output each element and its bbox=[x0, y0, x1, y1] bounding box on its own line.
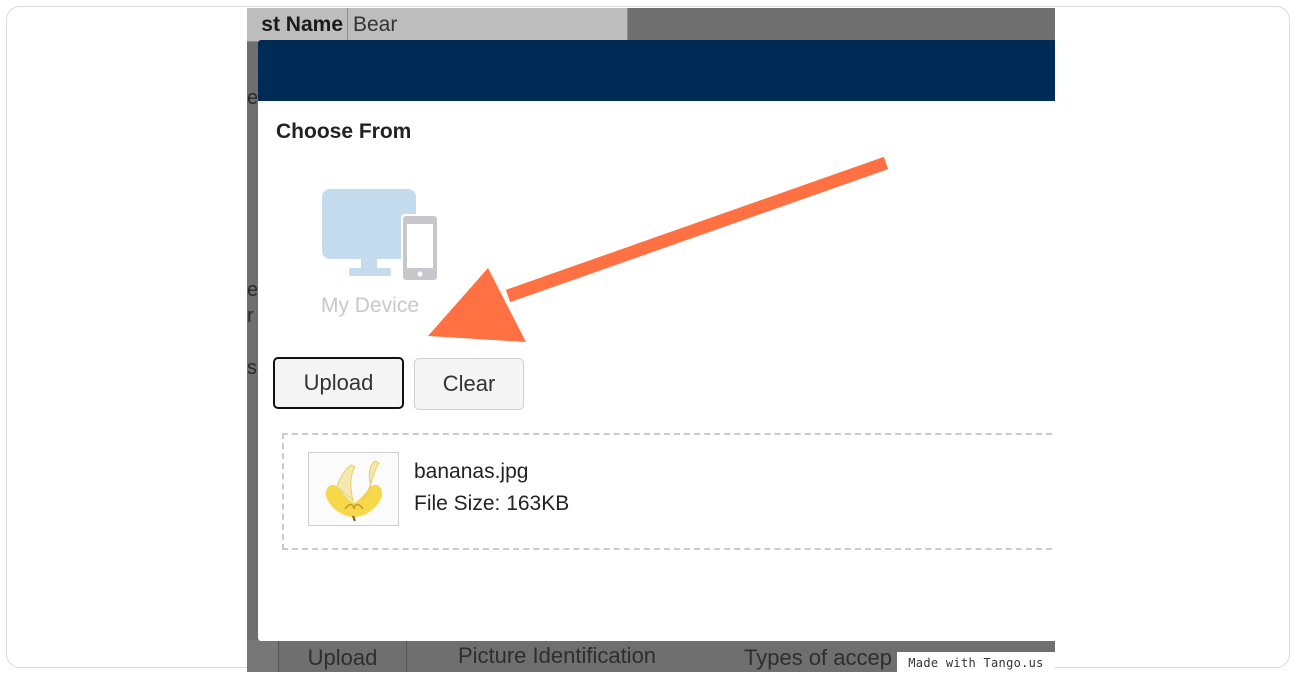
monitor-and-phone-icon bbox=[322, 189, 439, 282]
tango-watermark: Made with Tango.us bbox=[897, 652, 1055, 673]
selected-file-area: bananas.jpg File Size: 163KB bbox=[282, 433, 1055, 550]
background-edge-text: r bbox=[247, 306, 254, 326]
upload-dialog: Choose From My Device Upload Clear banan… bbox=[258, 40, 1055, 641]
banana-image-icon bbox=[325, 460, 383, 522]
choose-from-heading: Choose From bbox=[276, 120, 412, 143]
background-edge-text: s bbox=[247, 358, 257, 378]
background-name-row: st Name Bear bbox=[247, 8, 628, 42]
upload-button[interactable]: Upload bbox=[273, 357, 404, 409]
background-upload-label: Upload bbox=[279, 640, 407, 672]
file-size: File Size: 163KB bbox=[414, 492, 570, 515]
background-name-label: st Name bbox=[247, 8, 348, 42]
dialog-header bbox=[258, 40, 1055, 101]
background-name-value: Bear bbox=[351, 8, 628, 42]
background-cell bbox=[247, 640, 279, 672]
file-thumbnail bbox=[308, 452, 399, 526]
background-edge-text: e bbox=[247, 88, 257, 108]
screenshot-frame: st Name Bear e e r s Upload Picture Iden… bbox=[247, 8, 1055, 672]
my-device-label: My Device bbox=[320, 294, 420, 317]
background-picture-identification: Picture Identification bbox=[457, 643, 657, 668]
background-edge-text: e bbox=[247, 280, 257, 300]
file-name: bananas.jpg bbox=[414, 460, 529, 483]
clear-button[interactable]: Clear bbox=[414, 358, 524, 410]
my-device-option[interactable]: My Device bbox=[310, 188, 440, 328]
